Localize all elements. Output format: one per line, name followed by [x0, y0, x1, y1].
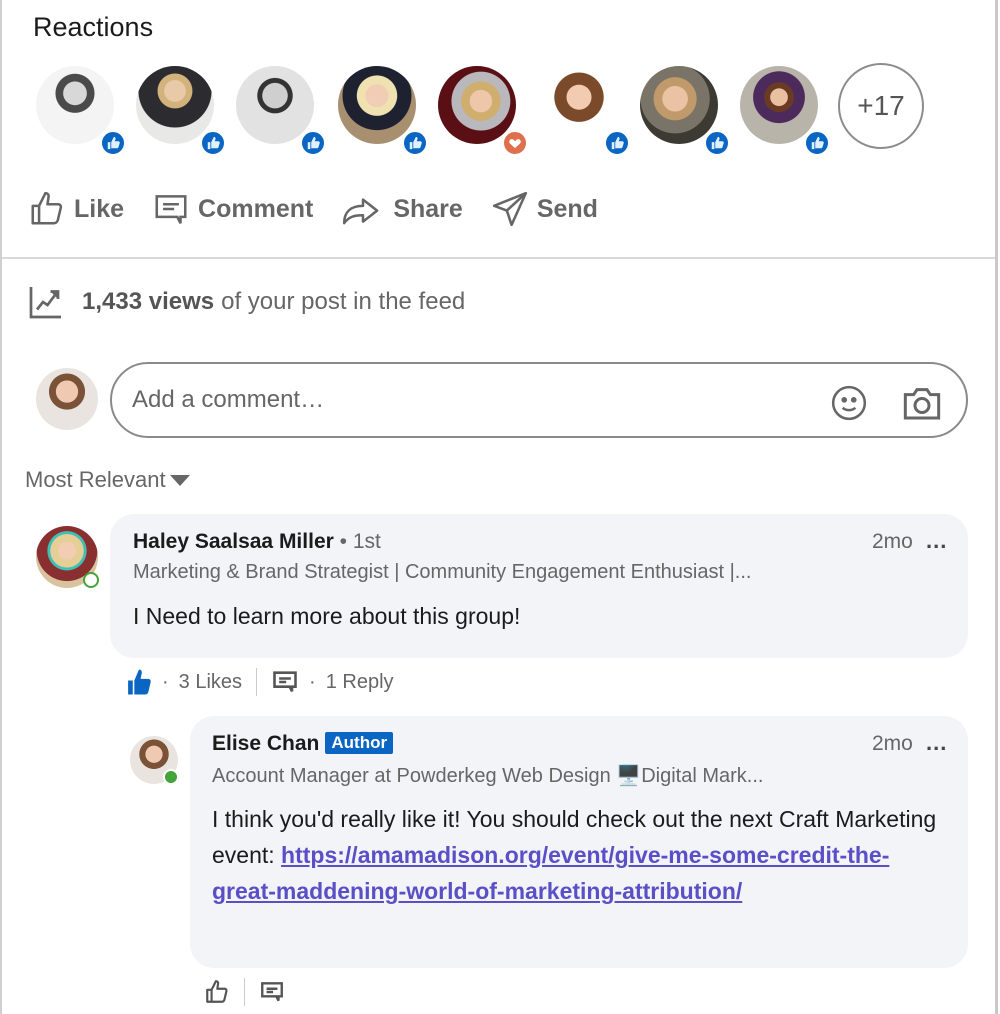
connection-degree: • 1st — [339, 530, 381, 553]
comment-time: 2mo — [872, 530, 913, 553]
comment-text: I Need to learn more about this group! — [133, 603, 521, 629]
reactor-avatar[interactable] — [740, 66, 830, 156]
share-arrow-icon — [343, 198, 379, 225]
comment-button[interactable]: Comment — [152, 190, 313, 228]
reactor-avatar[interactable] — [236, 66, 326, 156]
reply-author-name[interactable]: Elise Chan Author — [212, 732, 394, 756]
presence-indicator — [83, 572, 99, 588]
sort-label: Most Relevant — [25, 467, 166, 492]
share-button[interactable]: Share — [341, 190, 463, 228]
post-views[interactable]: 1,433 views of your post in the feed — [28, 284, 465, 320]
reactor-avatar[interactable] — [540, 66, 630, 156]
sort-dropdown[interactable]: Most Relevant — [25, 467, 190, 493]
author-badge: Author — [325, 732, 394, 754]
comment-input[interactable] — [132, 386, 812, 414]
panel-border-left — [0, 0, 2, 1014]
thumbs-up-icon — [804, 130, 830, 156]
reply-social-bar — [204, 976, 285, 1008]
reply-text: I think you'd really like it! You should… — [212, 801, 952, 909]
thumbs-up-icon — [200, 130, 226, 156]
heart-icon — [502, 130, 528, 156]
comment-icon — [155, 195, 187, 224]
post-actions: Like Comment Share Send — [28, 186, 626, 232]
section-divider — [2, 257, 995, 259]
emoji-icon[interactable] — [830, 384, 868, 427]
online-indicator — [163, 769, 179, 785]
thumbs-up-icon — [604, 130, 630, 156]
comment-social-bar: · 3 Likes · 1 Reply — [126, 664, 394, 700]
comment-input-container[interactable] — [110, 362, 968, 438]
separator — [256, 668, 258, 696]
current-user-avatar[interactable] — [36, 368, 98, 430]
reactor-avatar[interactable] — [338, 66, 428, 156]
thumbs-up-icon — [402, 130, 428, 156]
likes-count[interactable]: 3 Likes — [179, 671, 242, 694]
replies-count[interactable]: 1 Reply — [326, 671, 394, 694]
thumbs-up-outline-icon[interactable] — [204, 978, 230, 1006]
reactor-avatar[interactable] — [36, 66, 126, 156]
thumbs-up-outline-icon — [31, 191, 63, 225]
thumbs-up-icon — [704, 130, 730, 156]
commenter-name[interactable]: Haley Saalsaa Miller • 1st — [133, 530, 381, 554]
thumbs-up-icon — [100, 130, 126, 156]
reactor-avatar[interactable] — [136, 66, 226, 156]
views-count: 1,433 views — [82, 288, 215, 315]
like-label: Like — [74, 194, 125, 223]
reactions-title: Reactions — [33, 12, 154, 42]
reactor-avatar[interactable] — [438, 66, 528, 156]
commenter-headline: Marketing & Brand Strategist | Community… — [133, 561, 752, 583]
views-suffix: of your post in the feed — [221, 288, 466, 315]
reply-author-headline: Account Manager at Powderkeg Web Design … — [212, 765, 764, 787]
like-button[interactable]: Like — [28, 190, 124, 228]
reply-icon[interactable] — [259, 980, 285, 1004]
reply-icon[interactable] — [271, 669, 299, 695]
share-label: Share — [393, 194, 463, 223]
thumbs-up-icon — [300, 130, 326, 156]
send-button[interactable]: Send — [491, 190, 598, 228]
reply-link[interactable]: https://amamadison.org/event/give-me-som… — [212, 842, 889, 904]
camera-icon[interactable] — [902, 384, 942, 427]
caret-down-icon — [169, 474, 190, 486]
trending-chart-icon — [29, 287, 61, 319]
reply-time: 2mo — [872, 732, 913, 755]
reply-options-button[interactable]: ... — [926, 730, 947, 756]
reactor-avatar[interactable] — [640, 66, 730, 156]
comment-label: Comment — [198, 194, 314, 223]
more-reactions-button[interactable]: +17 — [838, 63, 924, 149]
send-label: Send — [536, 194, 598, 223]
scrollbar[interactable] — [995, 0, 998, 1014]
separator — [244, 978, 245, 1006]
comment-options-button[interactable]: ... — [926, 528, 947, 554]
thumbs-up-filled-icon[interactable] — [126, 668, 152, 696]
send-icon — [492, 191, 527, 227]
